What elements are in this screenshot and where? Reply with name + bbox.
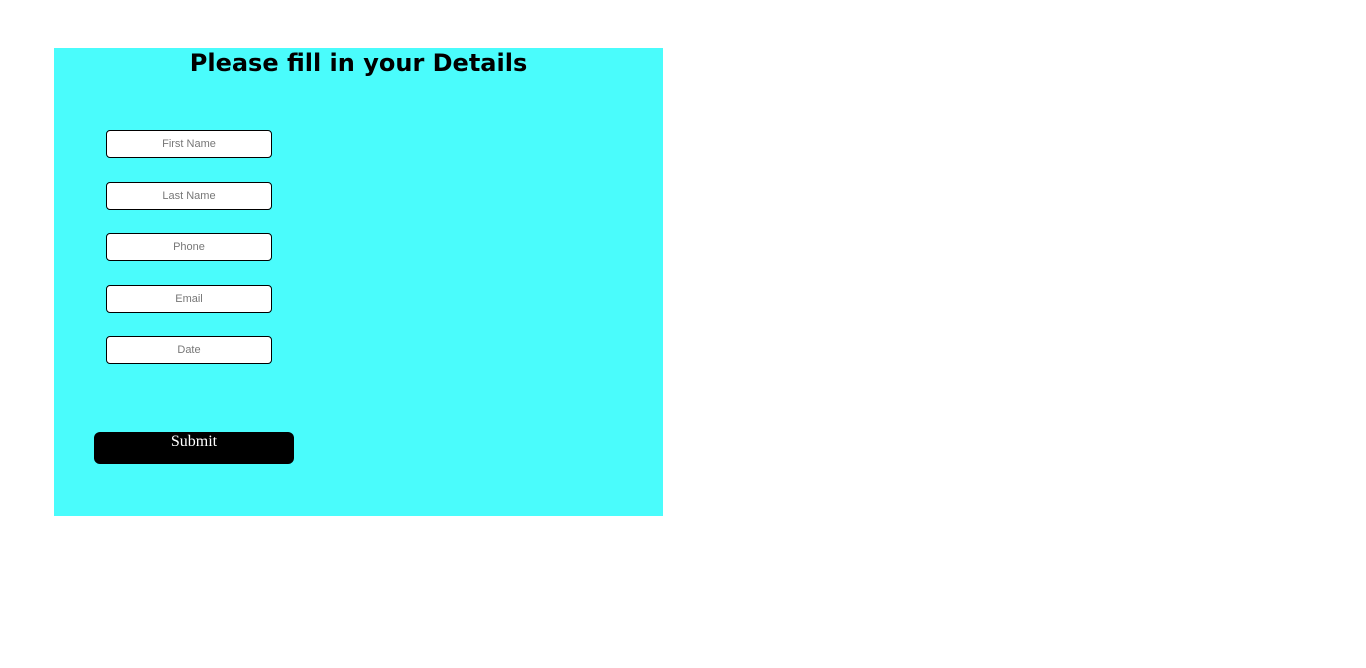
details-form: Please fill in your Details Submit	[54, 48, 663, 516]
last-name-input[interactable]	[106, 182, 272, 210]
form-title: Please fill in your Details	[189, 49, 528, 77]
date-input[interactable]	[106, 336, 272, 364]
phone-input[interactable]	[106, 233, 272, 261]
submit-button[interactable]: Submit	[94, 432, 294, 464]
first-name-input[interactable]	[106, 130, 272, 158]
email-input[interactable]	[106, 285, 272, 313]
